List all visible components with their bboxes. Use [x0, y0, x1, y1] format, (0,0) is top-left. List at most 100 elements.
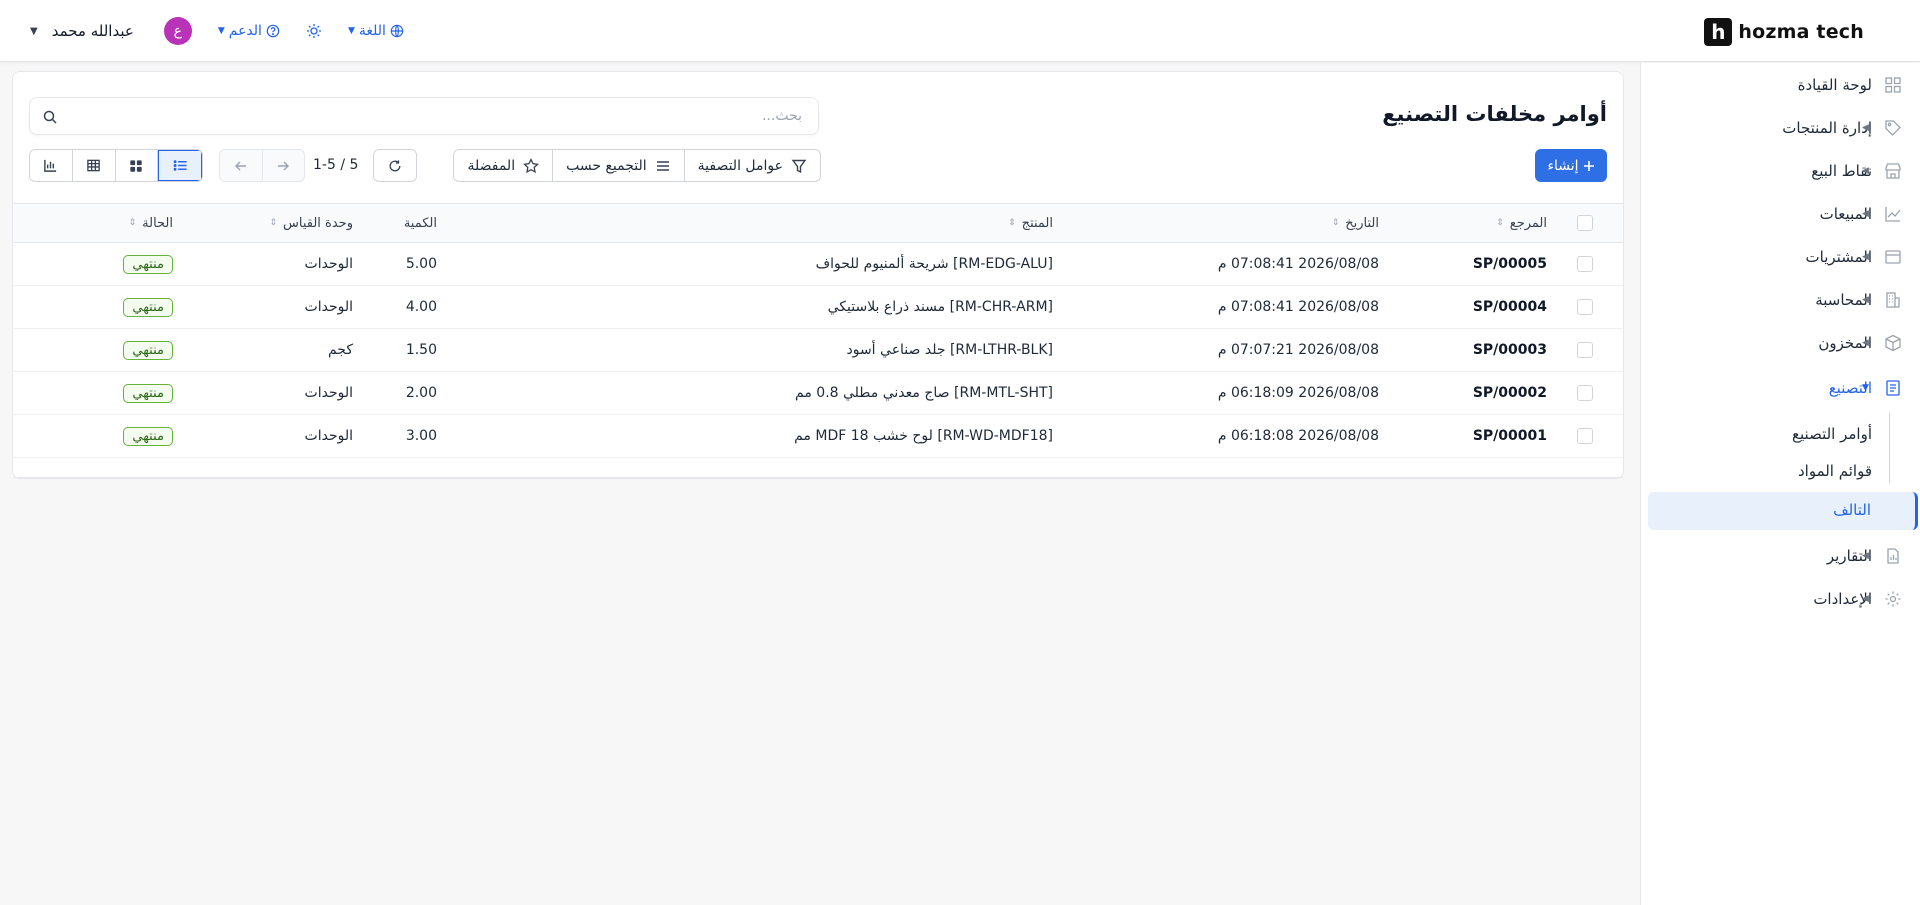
quantity-cell: 5.00 [405, 256, 437, 272]
sidebar-item-settings[interactable]: الإعدادات ◀ [1640, 579, 1920, 619]
filters-button[interactable]: عوامل التصفية [683, 150, 820, 181]
date-cell: 2026/08/08 07:08:41 م [1217, 256, 1379, 272]
user-menu[interactable]: ▼ عبدالله محمد ع [30, 17, 192, 45]
prev-page-button[interactable] [220, 150, 262, 181]
pivot-view-button[interactable] [73, 150, 116, 181]
sort-icon: ⇕ [1008, 218, 1016, 228]
bar-chart-icon [43, 158, 58, 173]
store-icon [1884, 162, 1902, 180]
top-bar: h hozma tech ▼ عبدالله محمد ع ▼ الدعم ▼ … [0, 0, 1920, 62]
column-header-status[interactable]: الحالة ⇕ [129, 204, 173, 242]
reference-cell: SP/00003 [1472, 342, 1547, 358]
column-header-quantity[interactable]: الكمية [404, 204, 437, 242]
quantity-cell: 3.00 [405, 428, 437, 444]
row-checkbox[interactable] [1577, 428, 1593, 444]
sidebar-item-purchases[interactable]: المشتريات ◀ [1640, 237, 1920, 277]
pager-value[interactable]: 1-5 / 5 [313, 157, 358, 173]
submenu-item-scrap[interactable]: التالف [1648, 492, 1918, 530]
status-badge: منتهي [123, 383, 173, 403]
table-header: المرجع ⇕ التاريخ ⇕ المنتج ⇕ الكمية وحدة الق… [13, 203, 1623, 243]
brand-logo[interactable]: h hozma tech [1704, 18, 1864, 46]
create-label: إنشاء [1547, 157, 1579, 174]
status-badge: منتهي [123, 340, 173, 360]
table-row[interactable]: SP/00003 2026/08/08 07:07:21 م [RM-LTHR-… [13, 329, 1623, 372]
row-checkbox[interactable] [1577, 299, 1593, 315]
favorites-button[interactable]: المفضلة [454, 150, 552, 181]
caret-left-icon: ◀ [1862, 252, 1869, 262]
next-page-button[interactable] [261, 150, 305, 181]
uom-cell: الوحدات [304, 385, 353, 401]
graph-view-button[interactable] [30, 150, 73, 181]
submenu-item-label: التالف [1833, 501, 1871, 519]
support-label: الدعم [228, 23, 262, 39]
group-by-button[interactable]: التجميع حسب [552, 150, 684, 181]
search-options: عوامل التصفية التجميع حسب المفضلة [453, 149, 821, 182]
column-header-product[interactable]: المنتج ⇕ [1008, 204, 1053, 242]
table-row[interactable]: SP/00004 2026/08/08 07:08:41 م [RM-CHR-A… [13, 286, 1623, 329]
status-badge: منتهي [123, 297, 173, 317]
quantity-cell: 2.00 [405, 385, 437, 401]
reference-cell: SP/00002 [1472, 385, 1547, 401]
caret-down-icon: ▼ [1862, 383, 1869, 393]
row-checkbox[interactable] [1577, 385, 1593, 401]
support-menu[interactable]: ▼ الدعم [218, 23, 280, 39]
select-all-checkbox[interactable] [1577, 215, 1593, 231]
row-checkbox[interactable] [1577, 342, 1593, 358]
table-row[interactable]: SP/00002 2026/08/08 06:18:09 م [RM-MTL-S… [13, 372, 1623, 415]
table-footer [13, 458, 1623, 478]
arrow-right-icon [277, 160, 290, 172]
uom-cell: الوحدات [304, 428, 353, 444]
kanban-view-button[interactable] [116, 150, 159, 181]
chevron-down-icon: ▼ [30, 25, 38, 37]
column-header-date[interactable]: التاريخ ⇕ [1332, 204, 1379, 242]
sidebar-item-inventory[interactable]: المخزون ◀ [1640, 323, 1920, 363]
avatar: ع [163, 17, 192, 45]
sort-icon: ⇕ [128, 218, 137, 228]
wallet-icon [1884, 248, 1902, 266]
sidebar: لوحة القيادة إدارة المنتجات ◀ نقاط البيع… [1640, 63, 1920, 905]
list-view-button[interactable] [158, 150, 202, 181]
select-all-cell[interactable] [1577, 204, 1593, 242]
sidebar-item-reports[interactable]: التقارير ◀ [1640, 536, 1920, 576]
caret-left-icon: ◀ [1862, 209, 1869, 219]
sidebar-item-pos[interactable]: نقاط البيع ◀ [1640, 151, 1920, 191]
column-header-reference[interactable]: المرجع ⇕ [1496, 204, 1547, 242]
caret-left-icon: ◀ [1862, 551, 1869, 561]
logo-text: hozma tech [1738, 21, 1864, 43]
building-icon [1884, 291, 1902, 309]
sidebar-item-manufacturing[interactable]: التصنيع ▼ [1640, 368, 1920, 408]
sidebar-item-dashboard[interactable]: لوحة القيادة [1640, 65, 1920, 105]
column-header-uom[interactable]: وحدة القياس ⇕ [269, 204, 353, 242]
status-badge: منتهي [123, 426, 173, 446]
factory-icon [1884, 379, 1902, 397]
sort-icon: ⇕ [269, 218, 278, 228]
report-icon [1884, 547, 1902, 565]
favorites-label: المفضلة [467, 157, 516, 174]
row-checkbox[interactable] [1577, 256, 1593, 272]
sidebar-item-products[interactable]: إدارة المنتجات ◀ [1640, 108, 1920, 148]
date-cell: 2026/08/08 07:08:41 م [1217, 299, 1379, 315]
submenu-item-bom[interactable]: قوائم المواد [1798, 462, 1872, 480]
theme-toggle[interactable] [306, 23, 322, 39]
create-button[interactable]: إنشاء [1535, 149, 1607, 182]
date-cell: 2026/08/08 06:18:08 م [1217, 428, 1379, 444]
table-row[interactable]: SP/00005 2026/08/08 07:08:41 م [RM-EDG-A… [13, 243, 1623, 286]
user-name: عبدالله محمد [51, 22, 134, 40]
sidebar-item-label: إدارة المنتجات [1782, 119, 1872, 137]
list-icon [173, 158, 188, 173]
search-input[interactable]: بحث... [29, 97, 819, 135]
star-icon [523, 157, 540, 174]
top-actions: ▼ عبدالله محمد ع ▼ الدعم ▼ اللغة [30, 17, 404, 45]
group-by-label: التجميع حسب [566, 157, 647, 174]
refresh-button[interactable] [373, 149, 417, 182]
sun-icon [306, 23, 322, 39]
table-row[interactable]: SP/00001 2026/08/08 06:18:08 م [RM-WD-MD… [13, 415, 1623, 458]
language-menu[interactable]: ▼ اللغة [348, 23, 404, 39]
refresh-icon [388, 159, 402, 173]
caret-left-icon: ◀ [1862, 295, 1869, 305]
sidebar-item-sales[interactable]: المبيعات ◀ [1640, 194, 1920, 234]
uom-cell: الوحدات [304, 299, 353, 315]
list-lines-icon [655, 158, 671, 174]
submenu-item-orders[interactable]: أوامر التصنيع [1792, 425, 1872, 443]
sidebar-item-accounting[interactable]: المحاسبة ◀ [1640, 280, 1920, 320]
